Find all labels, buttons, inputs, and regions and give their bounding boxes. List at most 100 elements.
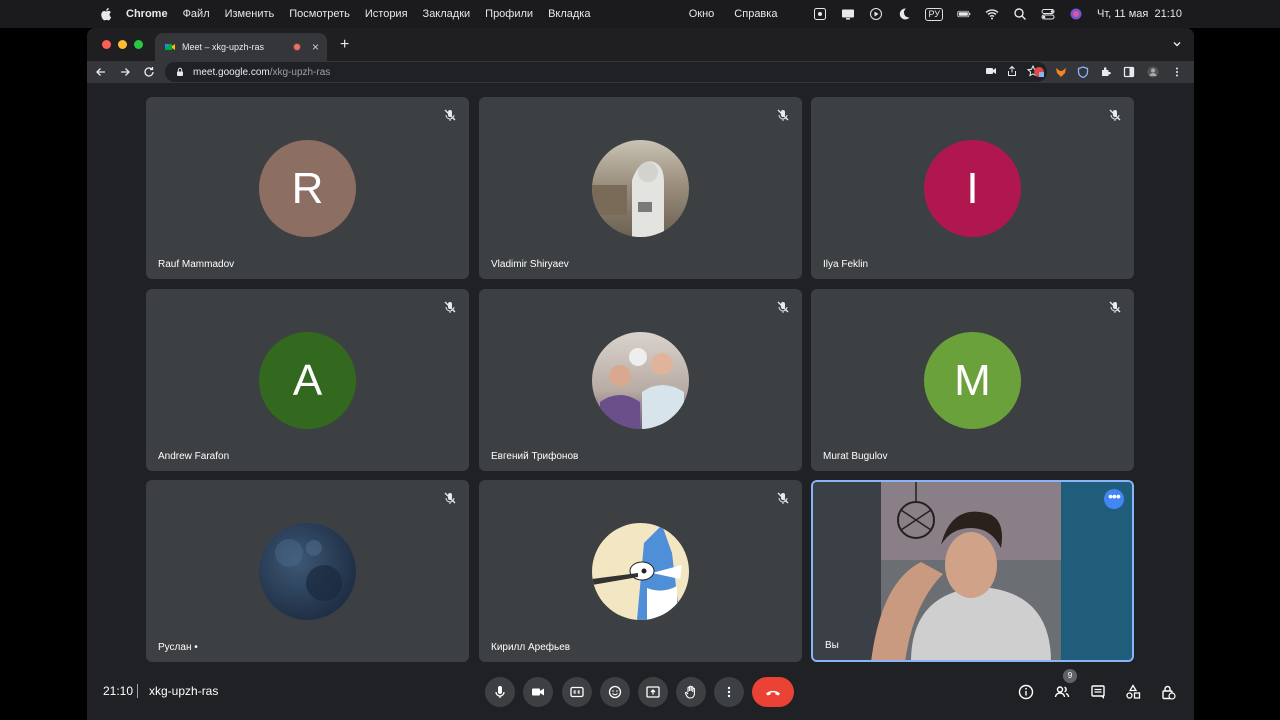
- chat-button[interactable]: [1087, 681, 1109, 703]
- metamask-fox-icon[interactable]: [1053, 64, 1069, 80]
- tab-meet[interactable]: Meet – xkg-upzh-ras ×: [155, 33, 327, 61]
- raise-hand-button[interactable]: [676, 677, 706, 707]
- address-bar[interactable]: meet.google.com/xkg-upzh-ras: [165, 62, 1047, 82]
- participant-tile[interactable]: Евгений Трифонов: [479, 289, 802, 471]
- url-host: meet.google.com: [193, 66, 270, 78]
- meet-control-bar: 21:10 xkg-upzh-ras 9: [87, 665, 1194, 720]
- participant-tile[interactable]: Vladimir Shiryaev: [479, 97, 802, 279]
- tab-title: Meet – xkg-upzh-ras: [182, 42, 265, 52]
- camera-in-use-icon[interactable]: [985, 65, 997, 77]
- leave-call-button[interactable]: [752, 677, 794, 707]
- people-icon: [1054, 686, 1070, 698]
- recording-indicator-icon: [293, 43, 301, 51]
- close-tab-icon[interactable]: ×: [312, 41, 319, 53]
- forward-button[interactable]: [117, 64, 133, 80]
- moon-icon[interactable]: [897, 7, 911, 21]
- participant-name: Руслан •: [158, 642, 198, 653]
- window-controls: [102, 40, 143, 49]
- chrome-menu-icon[interactable]: [1169, 64, 1185, 80]
- meet-favicon-icon: [165, 44, 175, 50]
- present-screen-button[interactable]: [638, 677, 668, 707]
- participant-tile[interactable]: I Ilya Feklin: [811, 97, 1134, 279]
- apple-icon[interactable]: [98, 7, 114, 21]
- avatar: R: [259, 140, 356, 237]
- more-options-button[interactable]: •••: [1104, 489, 1124, 509]
- divider: [137, 684, 138, 698]
- menu-help[interactable]: Справка: [734, 8, 777, 20]
- participant-name: Murat Bugulov: [823, 451, 888, 462]
- battery-icon[interactable]: [957, 7, 971, 21]
- control-center-icon[interactable]: [1041, 7, 1055, 21]
- menu-file[interactable]: Файл: [183, 8, 210, 20]
- participant-tile[interactable]: R Rauf Mammadov: [146, 97, 469, 279]
- spotlight-search-icon[interactable]: [1013, 7, 1027, 21]
- participant-tile[interactable]: A Andrew Farafon: [146, 289, 469, 471]
- macos-menubar: Chrome Файл Изменить Посмотреть История …: [0, 0, 1280, 28]
- menu-view[interactable]: Посмотреть: [289, 8, 350, 20]
- menu-profiles[interactable]: Профили: [485, 8, 533, 20]
- participant-tile[interactable]: Кирилл Арефьев: [479, 480, 802, 662]
- participant-name: Vladimir Shiryaev: [491, 259, 569, 270]
- meeting-details-button[interactable]: [1015, 681, 1037, 703]
- keyboard-layout-indicator[interactable]: РУ: [925, 7, 943, 21]
- microphone-icon: [495, 686, 505, 698]
- reactions-button[interactable]: [600, 677, 630, 707]
- menu-app-chrome[interactable]: Chrome: [126, 8, 168, 20]
- camera-button[interactable]: [523, 677, 553, 707]
- microphone-button[interactable]: [485, 677, 515, 707]
- activities-button[interactable]: [1122, 681, 1144, 703]
- profile-photo-image: [592, 525, 682, 620]
- captions-button[interactable]: [562, 677, 592, 707]
- zoom-window-button[interactable]: [134, 40, 143, 49]
- captions-icon: [570, 686, 584, 698]
- host-controls-button[interactable]: [1157, 681, 1179, 703]
- lock-icon[interactable]: [175, 67, 185, 77]
- more-options-button[interactable]: [714, 677, 744, 707]
- participant-tile[interactable]: M Murat Bugulov: [811, 289, 1134, 471]
- share-icon[interactable]: [1006, 65, 1018, 77]
- self-camera-video: [813, 482, 1132, 660]
- back-button[interactable]: [93, 64, 109, 80]
- present-screen-icon: [646, 686, 660, 698]
- siri-icon[interactable]: [1069, 7, 1083, 21]
- emoji-icon: [608, 685, 622, 699]
- play-icon[interactable]: [869, 7, 883, 21]
- shield-extension-icon[interactable]: [1075, 64, 1091, 80]
- participant-name: Вы: [825, 640, 839, 651]
- reload-button[interactable]: [141, 64, 157, 80]
- extensions-puzzle-icon[interactable]: [1098, 64, 1114, 80]
- tab-search-chevron-icon[interactable]: [1172, 39, 1182, 49]
- avatar: [259, 523, 356, 620]
- participant-name: Ilya Feklin: [823, 259, 869, 270]
- menu-edit[interactable]: Изменить: [225, 8, 275, 20]
- people-button[interactable]: [1051, 681, 1073, 703]
- minimize-window-button[interactable]: [118, 40, 127, 49]
- profile-avatar[interactable]: [1145, 64, 1161, 80]
- self-video-tile[interactable]: ••• Вы: [811, 480, 1134, 662]
- wifi-icon[interactable]: [985, 7, 999, 21]
- new-tab-button[interactable]: +: [340, 37, 349, 53]
- menu-bookmarks[interactable]: Закладки: [423, 8, 471, 20]
- extension-red-icon[interactable]: [1031, 64, 1047, 80]
- avatar: [592, 332, 689, 429]
- screen-share-status-icon[interactable]: [841, 7, 855, 21]
- side-panel-icon[interactable]: [1121, 64, 1137, 80]
- mic-off-icon: [444, 109, 456, 121]
- host-controls-lock-icon: [1162, 685, 1176, 700]
- profile-photo-image: [275, 539, 342, 601]
- end-call-icon: [766, 690, 780, 696]
- menubar-datetime[interactable]: Чт, 11 мая 21:10: [1097, 8, 1182, 20]
- avatar: M: [924, 332, 1021, 429]
- camera-icon: [532, 688, 544, 696]
- participant-tile[interactable]: Руслан •: [146, 480, 469, 662]
- mic-off-icon: [444, 492, 456, 504]
- menu-window[interactable]: Окно: [689, 8, 715, 20]
- screenshot-icon[interactable]: [813, 7, 827, 21]
- chat-icon: [1091, 685, 1105, 699]
- participant-name: Евгений Трифонов: [491, 451, 579, 462]
- menu-history[interactable]: История: [365, 8, 408, 20]
- url-path: /xkg-upzh-ras: [269, 66, 331, 78]
- more-vertical-icon: [727, 686, 731, 698]
- menu-tab[interactable]: Вкладка: [548, 8, 590, 20]
- close-window-button[interactable]: [102, 40, 111, 49]
